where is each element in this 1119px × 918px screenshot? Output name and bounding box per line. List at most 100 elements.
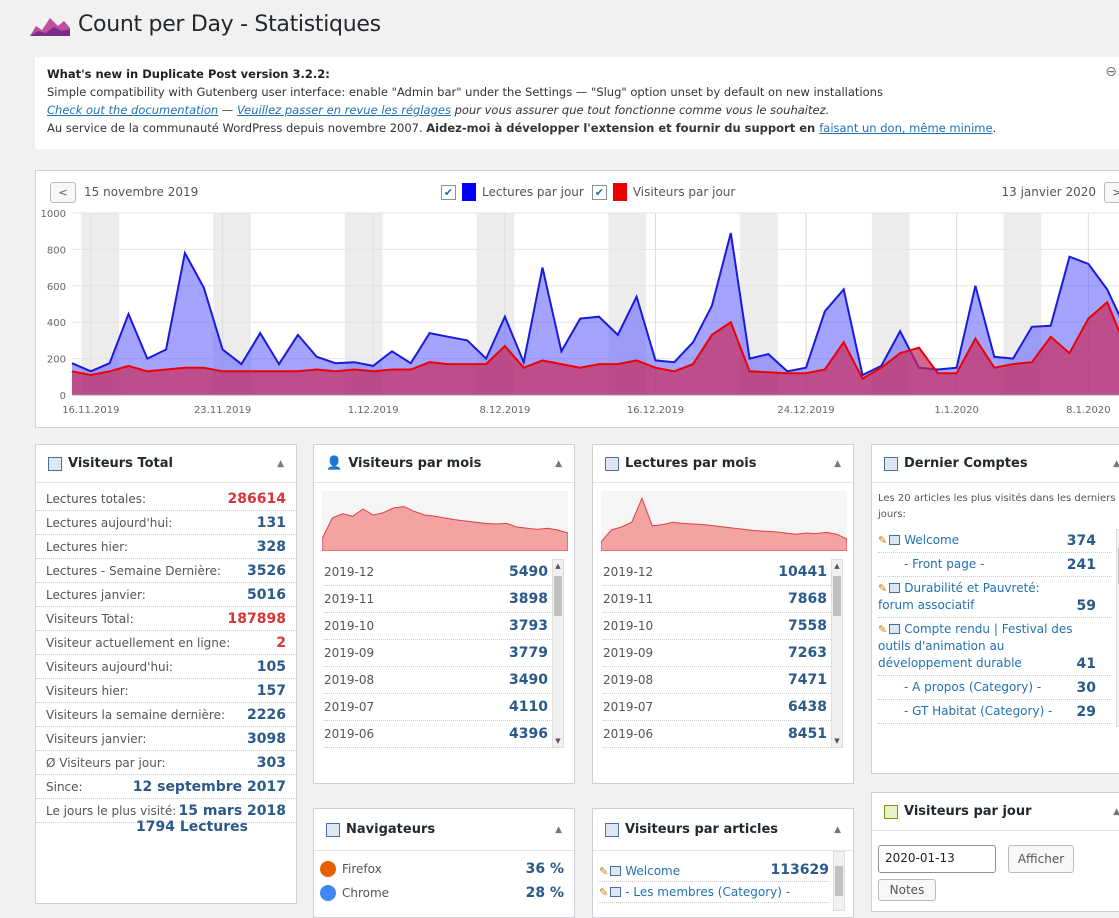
donate-link[interactable]: faisant un don, même minime: [819, 121, 992, 135]
post-title[interactable]: - GT Habitat (Category) -: [904, 704, 1052, 718]
next-period-button[interactable]: >: [1104, 181, 1119, 203]
month-value: 7471: [788, 672, 827, 688]
daily-chart-panel: < 15 novembre 2019 ✔ Lectures par jour ✔ V…: [35, 170, 1119, 428]
month-row: 2019-12 5490: [324, 559, 564, 586]
top-post-row[interactable]: ✎ Durabilité et Pauvreté: forum associati…: [878, 577, 1112, 618]
total-value: 157: [256, 682, 286, 699]
scroll-down-icon[interactable]: ▼: [832, 737, 842, 745]
legend-reads[interactable]: ✔ Lectures par jour: [441, 183, 584, 201]
post-title[interactable]: - A propos (Category) -: [904, 680, 1041, 694]
collapse-icon[interactable]: ▲: [1113, 459, 1119, 469]
month-label: 2019-08: [603, 673, 654, 687]
total-value: 2: [276, 634, 286, 651]
total-value: 12 septembre 2017: [132, 778, 286, 795]
edit-icon[interactable]: ✎: [878, 582, 887, 595]
post-icon: [610, 887, 622, 897]
edit-icon[interactable]: ✎: [878, 534, 887, 547]
total-row: Visiteurs Total: 187898: [36, 607, 296, 631]
total-row: Lectures aujourd'hui: 131: [36, 511, 296, 535]
total-label: Since:: [46, 779, 83, 794]
legend-visitors[interactable]: ✔ Visiteurs par jour: [591, 183, 735, 201]
month-label: 2019-06: [603, 727, 654, 741]
month-label: 2019-09: [324, 646, 375, 660]
widget-header[interactable]: Visiteurs par articles ▲: [593, 809, 853, 851]
scrollbar[interactable]: ▲ ▼: [552, 559, 564, 748]
post-title[interactable]: - Front page -: [904, 557, 984, 571]
scroll-up-icon[interactable]: ▲: [832, 562, 842, 570]
article-title[interactable]: Welcome: [625, 864, 680, 878]
collapse-icon[interactable]: ▲: [277, 459, 284, 469]
notice-line3-end: .: [992, 121, 997, 135]
prev-period-button[interactable]: <: [50, 181, 76, 203]
scroll-thumb[interactable]: [835, 866, 843, 896]
widget-header[interactable]: Visiteurs Total ▲: [36, 445, 296, 483]
dismiss-icon[interactable]: ⊖: [1105, 63, 1117, 81]
widget-title: Visiteurs par articles: [625, 822, 779, 837]
edit-icon[interactable]: ✎: [599, 886, 608, 899]
total-row: Visiteur actuellement en ligne: 2: [36, 631, 296, 655]
collapse-icon[interactable]: ▲: [834, 459, 841, 469]
month-label: 2019-09: [603, 646, 654, 660]
month-label: 2019-06: [324, 727, 375, 741]
scroll-down-icon[interactable]: ▼: [553, 737, 563, 745]
widget-header[interactable]: Dernier Comptes ▲: [872, 445, 1119, 483]
total-label: Lectures janvier:: [46, 587, 146, 602]
top-post-row[interactable]: ✎ Welcome 374: [878, 529, 1112, 553]
month-row: 2019-12 10441: [603, 559, 843, 586]
post-count: 29: [1076, 704, 1096, 720]
top-post-row[interactable]: - GT Habitat (Category) - 29: [878, 700, 1112, 724]
reads-checkbox-icon[interactable]: ✔: [441, 184, 456, 200]
total-value: 286614: [227, 490, 286, 507]
articles-icon: [605, 822, 619, 837]
post-title[interactable]: Durabilité et Pauvreté: forum associatif: [878, 581, 1040, 612]
top-posts-list: ✎ Welcome 374- Front page -241 ✎ Durabilité …: [872, 529, 1119, 727]
collapse-icon[interactable]: ▲: [1113, 807, 1119, 817]
total-label: Visiteur actuellement en ligne:: [46, 635, 231, 650]
month-value: 7558: [788, 618, 827, 634]
show-button[interactable]: Afficher: [1008, 845, 1074, 873]
notice-line2-rest: pour vous assurer que tout fonctionne co…: [450, 103, 830, 117]
widget-header[interactable]: Visiteurs par jour ▲: [872, 793, 1119, 831]
chart-end-nav: 13 janvier 2020 >: [1002, 181, 1119, 203]
browser-row: Chrome 28 %: [320, 881, 564, 905]
scroll-up-icon[interactable]: ▲: [553, 562, 563, 570]
collapse-icon[interactable]: ▲: [834, 825, 841, 835]
review-settings-link[interactable]: Veuillez passer en revue les réglages: [237, 103, 451, 117]
total-value: 131: [256, 514, 286, 531]
month-row: 2019-11 7868: [603, 586, 843, 613]
post-title[interactable]: Welcome: [904, 533, 959, 547]
scrollbar[interactable]: [833, 851, 845, 911]
peak-reads: 1794 Lectures: [136, 819, 248, 835]
date-input[interactable]: 2020-01-13: [878, 845, 996, 873]
scroll-thumb[interactable]: [833, 576, 841, 616]
top-post-row[interactable]: - Front page - 241: [878, 553, 1112, 577]
visiteurs-par-jour-widget: Visiteurs par jour ▲ 2020-01-13 Afficher…: [871, 792, 1119, 912]
month-label: 2019-12: [324, 565, 375, 579]
collapse-icon[interactable]: ▲: [555, 825, 562, 835]
widget-header[interactable]: 👤 Visiteurs par mois ▲: [314, 445, 574, 483]
visitors-checkbox-icon[interactable]: ✔: [591, 184, 607, 200]
visiteurs-par-mois-widget: 👤 Visiteurs par mois ▲ 2019-12 5490 2019-11…: [313, 444, 575, 784]
total-label: Lectures totales:: [46, 491, 147, 506]
notes-button[interactable]: Notes: [878, 879, 936, 901]
edit-icon[interactable]: ✎: [599, 865, 608, 878]
widget-header[interactable]: Lectures par mois ▲: [593, 445, 853, 483]
scrollbar[interactable]: ▲ ▼: [831, 559, 843, 748]
start-date: 15 novembre 2019: [84, 185, 199, 199]
total-row: Ø Visiteurs par jour: 303: [36, 751, 296, 775]
top-post-row[interactable]: - A propos (Category) - 30: [878, 676, 1112, 700]
collapse-icon[interactable]: ▲: [555, 459, 562, 469]
pages-icon: [605, 456, 619, 471]
edit-icon[interactable]: ✎: [878, 623, 887, 636]
total-value: 5016: [247, 586, 286, 603]
post-title[interactable]: Compte rendu | Festival des outils d'ani…: [878, 622, 1072, 670]
article-row[interactable]: ✎ Welcome 113629: [599, 859, 829, 882]
monthly-visitors-sparkline: [321, 491, 569, 552]
documentation-link[interactable]: Check out the documentation: [47, 103, 218, 117]
top-post-row[interactable]: ✎ Compte rendu | Festival des outils d'an…: [878, 618, 1112, 676]
month-label: 2019-11: [324, 592, 375, 606]
scroll-thumb[interactable]: [554, 576, 562, 616]
article-row[interactable]: ✎ - Les membres (Category) -: [599, 882, 829, 903]
widget-header[interactable]: Navigateurs ▲: [314, 809, 574, 851]
visiteurs-par-articles-widget: Visiteurs par articles ▲ ✎ Welcome 113629 ✎…: [592, 808, 854, 918]
